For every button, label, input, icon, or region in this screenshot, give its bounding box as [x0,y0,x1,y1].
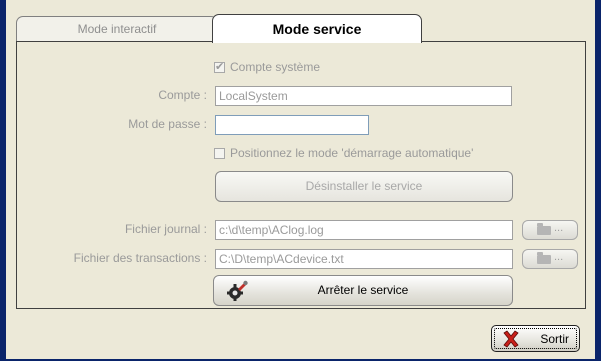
auto-start-label: Positionnez le mode 'démarrage automatiq… [230,146,474,160]
log-file-label: Fichier journal : [124,222,207,236]
folder-icon [537,223,551,235]
auto-start-checkbox[interactable] [214,147,225,159]
service-panel: ✔ Compte système Compte : LocalSystem Mo… [16,41,586,309]
tab-mode-interactif[interactable]: Mode interactif [16,16,218,42]
system-account-checkbox[interactable]: ✔ [214,60,225,73]
exit-button[interactable]: Sortir [491,325,580,352]
tab-strip: Mode interactif Mode service [16,14,586,43]
browse-dots: ... [554,222,564,234]
transactions-file-browse-button[interactable]: ... [522,249,578,269]
folder-icon [537,252,551,264]
password-field[interactable] [215,115,369,135]
stop-service-label: Arrêter le service [317,283,409,297]
red-x-icon [502,330,520,351]
tab-mode-service[interactable]: Mode service [212,14,422,43]
log-file-field[interactable]: c:\d\temp\AClog.log [215,220,513,240]
log-file-browse-button[interactable]: ... [522,220,578,240]
transactions-file-label: Fichier des transactions : [73,251,207,265]
account-field[interactable]: LocalSystem [215,86,512,106]
account-label: Compte : [158,88,207,102]
check-icon: ✔ [215,60,225,73]
auto-start-checkbox-row[interactable]: Positionnez le mode 'démarrage automatiq… [214,146,473,160]
system-account-label: Compte système [230,60,321,74]
uninstall-service-button[interactable]: Désinstaller le service [215,171,513,202]
transactions-file-field[interactable]: C:\D\temp\ACdevice.txt [215,249,513,269]
exit-label: Sortir [540,332,569,346]
gear-wrench-icon [226,280,248,313]
password-label: Mot de passe : [128,117,207,131]
system-account-checkbox-row[interactable]: ✔ Compte système [214,60,320,74]
stop-service-button[interactable]: Arrêter le service [213,275,513,306]
browse-dots: ... [554,251,564,263]
